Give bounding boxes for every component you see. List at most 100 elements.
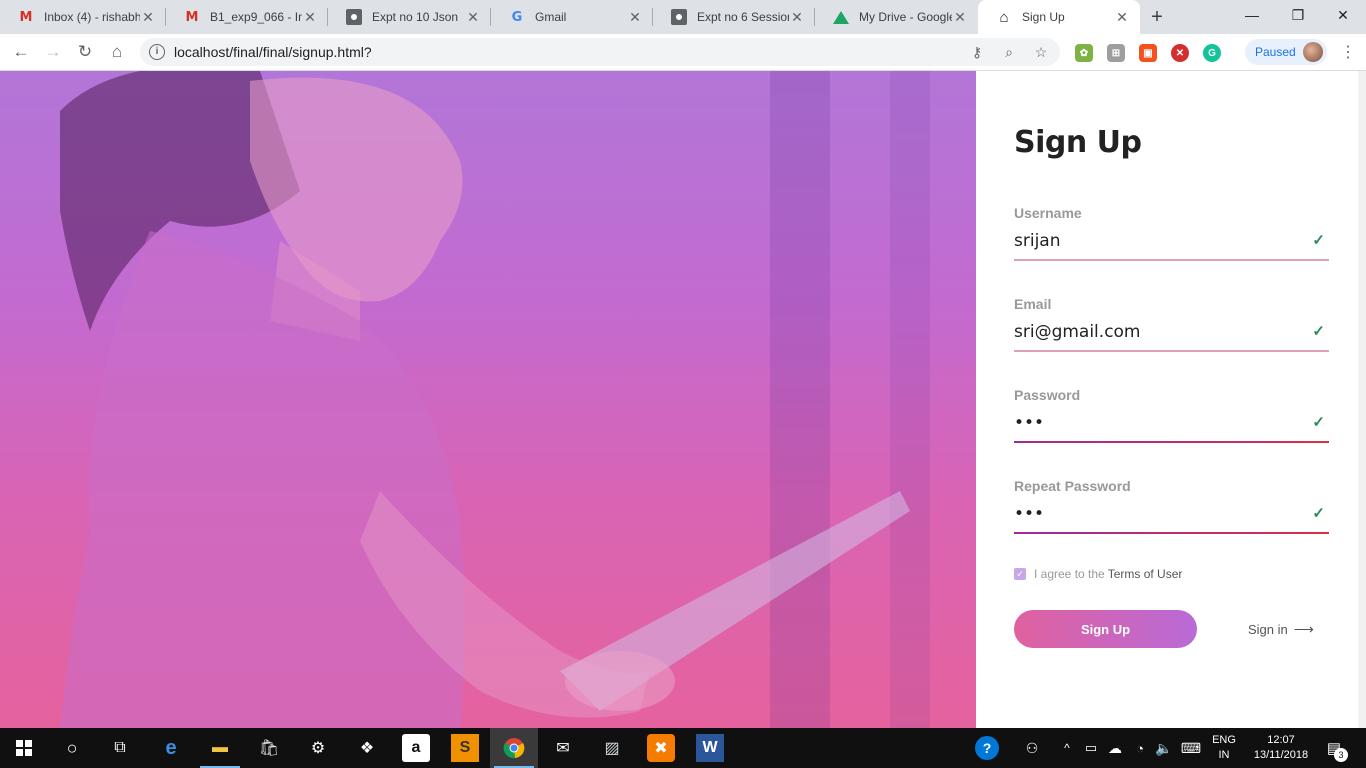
browser-toolbar: ← → ↻ ⌂ i localhost/final/final/signup.h… — [0, 34, 1366, 71]
word-icon[interactable]: W — [696, 734, 724, 762]
profile-paused-button[interactable]: Paused — [1245, 39, 1327, 65]
task-view-icon[interactable]: ⧉ — [106, 734, 134, 762]
hero-image — [0, 71, 976, 728]
input-underline — [1014, 441, 1329, 443]
language-code: ENG — [1212, 734, 1236, 746]
settings-gear-icon[interactable]: ⚙ — [304, 734, 332, 762]
tab-expt10[interactable]: Expt no 10 Json ✕ — [328, 0, 491, 34]
address-bar[interactable]: i localhost/final/final/signup.html? ⚷ ⌕… — [140, 38, 1060, 66]
password-input[interactable]: ••• — [1014, 413, 1329, 441]
windows-taskbar: ○ ⧉ e ▬ 🛍 ⚙ ❖ a S ✉ ▨ ✖ W ? ⚇ ^ ▭ ☁ ◔ 🔈 … — [0, 728, 1366, 768]
mail-icon[interactable]: ✉ — [549, 734, 577, 762]
check-icon: ✓ — [1312, 323, 1325, 340]
username-label: Username — [1014, 205, 1082, 221]
language-indicator[interactable]: ENG IN — [1206, 733, 1242, 763]
tab-sign-up[interactable]: ⌂ Sign Up ✕ — [978, 0, 1140, 34]
tab-title: Expt no 6 Session — [697, 10, 789, 24]
key-icon[interactable]: ⚷ — [968, 43, 986, 61]
tab-my-drive[interactable]: My Drive - Google ✕ — [815, 0, 978, 34]
dropbox-icon[interactable]: ❖ — [353, 734, 381, 762]
tab-b1-exp9[interactable]: M B1_exp9_066 - Inv ✕ — [166, 0, 328, 34]
reload-button[interactable]: ↻ — [71, 38, 99, 66]
check-icon: ✓ — [1312, 414, 1325, 431]
gmail-icon: M — [19, 9, 33, 25]
gmail-icon: M — [185, 9, 199, 25]
terms-agreement: ✓ I agree to the Terms of User — [1014, 567, 1182, 581]
file-explorer-icon[interactable]: ▬ — [206, 734, 234, 762]
close-icon[interactable]: ✕ — [140, 9, 156, 26]
close-icon[interactable]: ✕ — [302, 9, 318, 26]
close-icon[interactable]: ✕ — [789, 9, 805, 26]
extension-icon[interactable]: ✿ — [1075, 44, 1093, 62]
repeat-password-field: Repeat Password ••• ✓ — [1014, 478, 1329, 534]
bookmark-star-icon[interactable]: ☆ — [1032, 43, 1050, 61]
input-underline — [1014, 350, 1329, 352]
profile-status: Paused — [1255, 45, 1296, 59]
tab-title: B1_exp9_066 - Inv — [210, 10, 302, 24]
clock[interactable]: 12:07 13/11/2018 — [1245, 733, 1317, 763]
sublime-text-icon[interactable]: S — [451, 734, 479, 762]
back-button[interactable]: ← — [7, 38, 35, 66]
windows-start-icon[interactable] — [10, 734, 38, 762]
check-icon: ✓ — [1312, 232, 1325, 249]
drive-icon — [833, 10, 849, 24]
password-label: Password — [1014, 387, 1081, 403]
tab-expt6[interactable]: Expt no 6 Session ✕ — [653, 0, 815, 34]
grammarly-icon[interactable]: G — [1203, 44, 1221, 62]
notification-count-badge: 3 — [1334, 748, 1348, 762]
people-icon[interactable]: ⚇ — [1018, 734, 1046, 762]
region-code: IN — [1218, 749, 1230, 761]
page-title: Sign Up — [1014, 125, 1142, 160]
check-icon: ✓ — [1312, 505, 1325, 522]
document-icon — [671, 9, 687, 25]
google-icon: G — [511, 9, 523, 25]
page-scrollbar[interactable] — [1358, 71, 1366, 728]
username-field: Username srijan ✓ — [1014, 205, 1329, 261]
restore-button[interactable]: ❐ — [1275, 0, 1321, 30]
onedrive-icon[interactable]: ☁ — [1101, 734, 1129, 762]
amazon-icon[interactable]: a — [402, 734, 430, 762]
tab-gmail[interactable]: G Gmail ✕ — [491, 0, 653, 34]
forward-button[interactable]: → — [39, 38, 67, 66]
close-icon[interactable]: ✕ — [952, 9, 968, 26]
repeat-password-input[interactable]: ••• — [1014, 504, 1329, 532]
new-tab-button[interactable]: + — [1140, 0, 1174, 34]
menu-icon[interactable]: ⋮ — [1340, 42, 1356, 62]
extension-icon[interactable]: ▣ — [1139, 44, 1157, 62]
store-icon[interactable]: 🛍 — [255, 734, 283, 762]
close-icon[interactable]: ✕ — [465, 9, 481, 26]
sign-in-label: Sign in — [1248, 622, 1288, 637]
keyboard-icon[interactable]: ⌨ — [1177, 734, 1205, 762]
username-input[interactable]: srijan — [1014, 231, 1329, 259]
help-icon[interactable]: ? — [975, 736, 999, 760]
email-input[interactable]: sri@gmail.com — [1014, 322, 1329, 350]
close-window-button[interactable]: ✕ — [1320, 0, 1366, 30]
agree-checkbox[interactable]: ✓ — [1014, 568, 1026, 580]
volume-icon[interactable]: 🔈 — [1150, 734, 1178, 762]
home-icon: ⌂ — [999, 8, 1009, 26]
terms-link[interactable]: Terms of User — [1108, 567, 1183, 581]
close-icon[interactable]: ✕ — [627, 9, 643, 26]
signup-form: Sign Up Username srijan ✓ Email sri@gmai… — [976, 71, 1358, 728]
info-icon[interactable]: i — [149, 44, 165, 60]
zoom-icon[interactable]: ⌕ — [1000, 43, 1018, 61]
close-icon[interactable]: ✕ — [1114, 9, 1130, 26]
tab-inbox[interactable]: M Inbox (4) - rishabh ✕ — [0, 0, 166, 34]
edge-icon[interactable]: e — [157, 734, 185, 762]
agree-text: I agree to the — [1034, 567, 1105, 581]
clock-time: 12:07 — [1267, 734, 1295, 746]
chrome-icon[interactable] — [500, 734, 528, 762]
xampp-icon[interactable]: ✖ — [647, 734, 675, 762]
tab-title: My Drive - Google — [859, 10, 952, 24]
url-text[interactable]: localhost/final/final/signup.html? — [174, 44, 372, 60]
sign-up-button[interactable]: Sign Up — [1014, 610, 1197, 648]
photos-icon[interactable]: ▨ — [598, 734, 626, 762]
cortana-search-icon[interactable]: ○ — [58, 734, 86, 762]
sign-in-link[interactable]: Sign in ⟶ — [1248, 621, 1314, 638]
repeat-password-label: Repeat Password — [1014, 478, 1131, 494]
minimize-button[interactable]: — — [1229, 0, 1275, 30]
tab-title: Sign Up — [1022, 10, 1065, 24]
home-button[interactable]: ⌂ — [103, 38, 131, 66]
blocker-extension-icon[interactable]: ✕ — [1171, 44, 1189, 62]
cart-extension-icon[interactable]: ⊞ — [1107, 44, 1125, 62]
